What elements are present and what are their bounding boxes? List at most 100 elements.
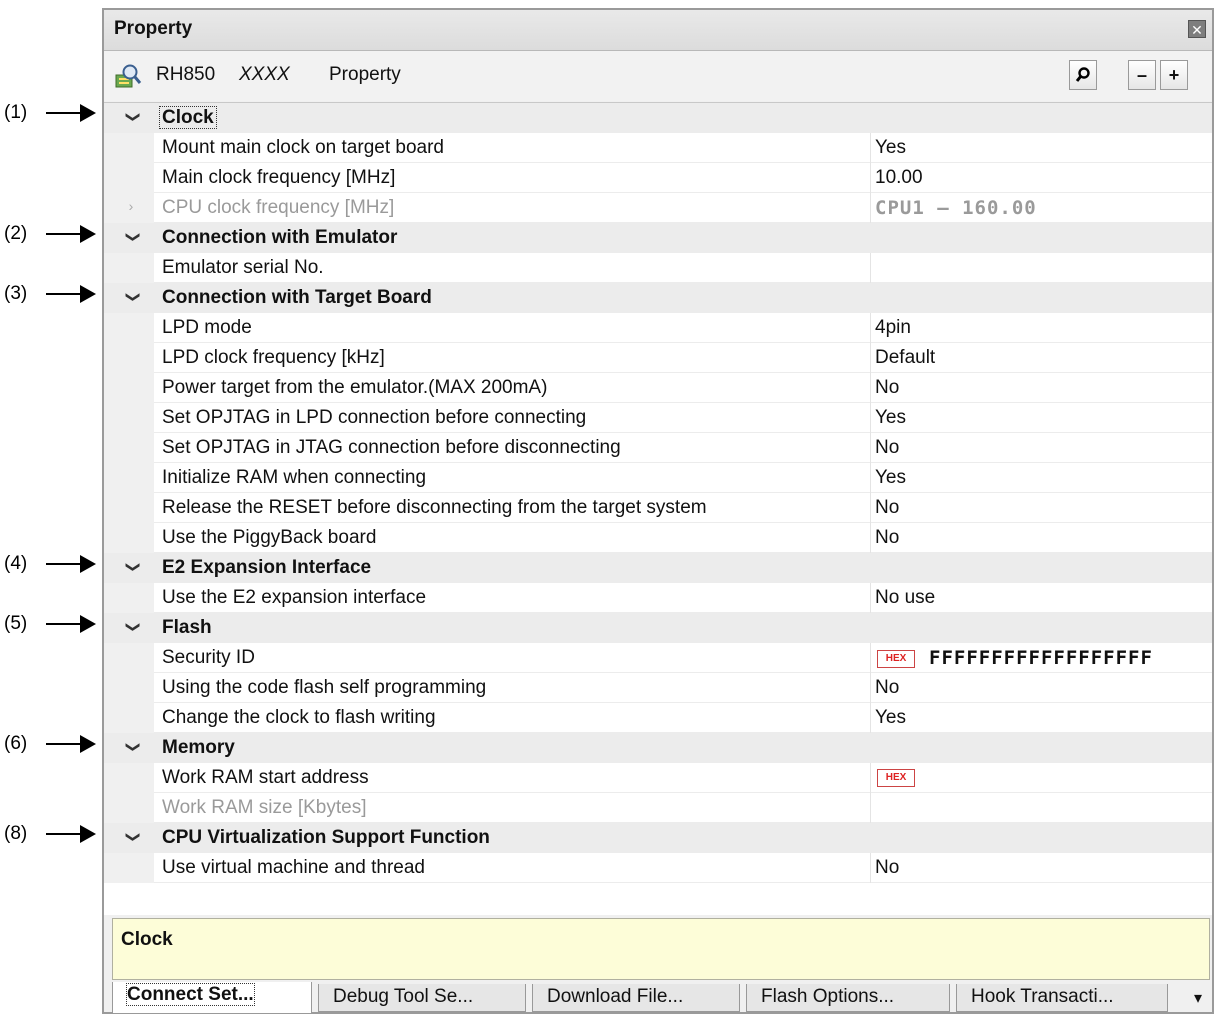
arrow-right-icon bbox=[44, 822, 96, 846]
category-connection-with-target-board[interactable]: ❯ Connection with Target Board bbox=[104, 283, 1212, 313]
property-value[interactable]: HEX bbox=[870, 763, 1212, 793]
row-gutter bbox=[104, 763, 154, 793]
chevron-down-icon[interactable]: ❯ bbox=[124, 738, 142, 756]
chevron-right-icon[interactable]: › bbox=[122, 198, 140, 216]
property-value[interactable]: No bbox=[870, 853, 1212, 883]
property-value[interactable]: HEX FFFFFFFFFFFFFFFFFF bbox=[870, 643, 1212, 673]
property-row[interactable]: Security ID HEX FFFFFFFFFFFFFFFFFF bbox=[104, 643, 1212, 673]
chevron-down-icon[interactable]: ❯ bbox=[124, 288, 142, 306]
category-flash[interactable]: ❯ Flash bbox=[104, 613, 1212, 643]
property-name: Use the PiggyBack board bbox=[162, 527, 377, 548]
arrow-right-icon bbox=[44, 612, 96, 636]
property-row[interactable]: › CPU clock frequency [MHz] CPU1 – 160.0… bbox=[104, 193, 1212, 223]
property-row[interactable]: LPD clock frequency [kHz] Default bbox=[104, 343, 1212, 373]
category-clock[interactable]: ❯ Clock bbox=[104, 103, 1212, 133]
property-row[interactable]: Set OPJTAG in LPD connection before conn… bbox=[104, 403, 1212, 433]
property-name: Mount main clock on target board bbox=[162, 137, 444, 158]
property-value[interactable]: 4pin bbox=[870, 313, 1212, 343]
category-memory[interactable]: ❯ Memory bbox=[104, 733, 1212, 763]
chevron-down-icon[interactable]: ❯ bbox=[124, 228, 142, 246]
property-name: Main clock frequency [MHz] bbox=[162, 167, 396, 188]
property-value[interactable] bbox=[870, 253, 1212, 283]
property-value[interactable]: Yes bbox=[870, 133, 1212, 163]
chevron-down-icon[interactable]: ❯ bbox=[124, 618, 142, 636]
tab-hook-transaction[interactable]: Hook Transacti... bbox=[956, 984, 1168, 1012]
property-row[interactable]: Release the RESET before disconnecting f… bbox=[104, 493, 1212, 523]
tab-download-file[interactable]: Download File... bbox=[532, 984, 740, 1012]
callout-number: (1) bbox=[4, 102, 28, 123]
property-value[interactable]: No bbox=[870, 433, 1212, 463]
chevron-down-icon[interactable]: ❯ bbox=[124, 828, 142, 846]
property-grid: ❯ Clock Mount main clock on target board… bbox=[104, 102, 1212, 915]
category-label-text: Clock bbox=[159, 106, 217, 129]
tab-connect-settings[interactable]: Connect Set... bbox=[112, 982, 312, 1014]
property-value[interactable]: CPU1 – 160.00 bbox=[870, 193, 1212, 223]
close-icon[interactable]: ✕ bbox=[1188, 20, 1206, 38]
tab-bar: Connect Set... Debug Tool Se... Download… bbox=[112, 982, 1210, 1014]
property-name: LPD clock frequency [kHz] bbox=[162, 347, 385, 368]
category-label: Connection with Emulator bbox=[162, 227, 398, 248]
panel-titlebar: Property ✕ bbox=[104, 10, 1212, 51]
category-cpu-virtualization[interactable]: ❯ CPU Virtualization Support Function bbox=[104, 823, 1212, 853]
callout-number: (3) bbox=[4, 283, 28, 304]
property-row[interactable]: Using the code flash self programming No bbox=[104, 673, 1212, 703]
property-value[interactable]: No use bbox=[870, 583, 1212, 613]
tab-label: Debug Tool Se... bbox=[333, 986, 474, 1007]
property-row[interactable]: Initialize RAM when connecting Yes bbox=[104, 463, 1212, 493]
property-search-icon bbox=[115, 64, 142, 88]
callout-number: (2) bbox=[4, 223, 28, 244]
arrow-right-icon bbox=[44, 101, 96, 125]
property-value[interactable]: No bbox=[870, 493, 1212, 523]
property-row[interactable]: Use the E2 expansion interface No use bbox=[104, 583, 1212, 613]
row-gutter bbox=[104, 403, 154, 433]
property-value[interactable]: Yes bbox=[870, 703, 1212, 733]
property-value[interactable]: No bbox=[870, 673, 1212, 703]
property-name: Power target from the emulator.(MAX 200m… bbox=[162, 377, 548, 398]
search-button[interactable] bbox=[1069, 60, 1097, 90]
property-row[interactable]: Work RAM size [Kbytes] bbox=[104, 793, 1212, 823]
property-value[interactable]: 10.00 bbox=[870, 163, 1212, 193]
callout-6: (6) bbox=[0, 732, 100, 756]
property-row[interactable]: Change the clock to flash writing Yes bbox=[104, 703, 1212, 733]
tab-flash-options[interactable]: Flash Options... bbox=[746, 984, 950, 1012]
collapse-all-button[interactable]: – bbox=[1128, 60, 1156, 90]
property-row[interactable]: Use the PiggyBack board No bbox=[104, 523, 1212, 553]
hex-icon: HEX bbox=[877, 649, 915, 668]
property-row[interactable]: LPD mode 4pin bbox=[104, 313, 1212, 343]
property-name: Using the code flash self programming bbox=[162, 677, 487, 698]
chevron-down-icon[interactable]: ❯ bbox=[124, 558, 142, 576]
property-value[interactable]: No bbox=[870, 373, 1212, 403]
property-row[interactable]: Emulator serial No. bbox=[104, 253, 1212, 283]
arrow-right-icon bbox=[44, 222, 96, 246]
expand-all-button[interactable]: + bbox=[1160, 60, 1188, 90]
property-name: Security ID bbox=[162, 647, 255, 668]
property-row[interactable]: Use virtual machine and thread No bbox=[104, 853, 1212, 883]
chevron-down-icon[interactable]: ❯ bbox=[124, 108, 142, 126]
arrow-right-icon bbox=[44, 282, 96, 306]
property-panel: Property ✕ RH850 XXXX Property – + ❯ Clo… bbox=[102, 8, 1214, 1014]
property-value[interactable]: Yes bbox=[870, 403, 1212, 433]
category-connection-with-emulator[interactable]: ❯ Connection with Emulator bbox=[104, 223, 1212, 253]
row-gutter bbox=[104, 643, 154, 673]
tab-debug-tool-settings[interactable]: Debug Tool Se... bbox=[318, 984, 526, 1012]
tab-overflow-icon[interactable]: ▾ bbox=[1194, 988, 1202, 1008]
category-e2-expansion-interface[interactable]: ❯ E2 Expansion Interface bbox=[104, 553, 1212, 583]
category-label: E2 Expansion Interface bbox=[162, 557, 372, 578]
row-gutter bbox=[104, 793, 154, 823]
property-row[interactable]: Main clock frequency [MHz] 10.00 bbox=[104, 163, 1212, 193]
row-gutter bbox=[104, 253, 154, 283]
property-name: Work RAM start address bbox=[162, 767, 369, 788]
property-row[interactable]: Set OPJTAG in JTAG connection before dis… bbox=[104, 433, 1212, 463]
category-label: Clock bbox=[159, 106, 217, 129]
property-value[interactable]: Default bbox=[870, 343, 1212, 373]
property-value[interactable]: No bbox=[870, 523, 1212, 553]
category-label: Connection with Target Board bbox=[162, 287, 432, 308]
property-row[interactable]: Work RAM start address HEX bbox=[104, 763, 1212, 793]
category-label: CPU Virtualization Support Function bbox=[162, 827, 490, 848]
property-value[interactable] bbox=[870, 793, 1212, 823]
property-value[interactable]: Yes bbox=[870, 463, 1212, 493]
property-row[interactable]: Power target from the emulator.(MAX 200m… bbox=[104, 373, 1212, 403]
callout-number: (5) bbox=[4, 613, 28, 634]
hex-icon: HEX bbox=[877, 768, 915, 787]
property-row[interactable]: Mount main clock on target board Yes bbox=[104, 133, 1212, 163]
